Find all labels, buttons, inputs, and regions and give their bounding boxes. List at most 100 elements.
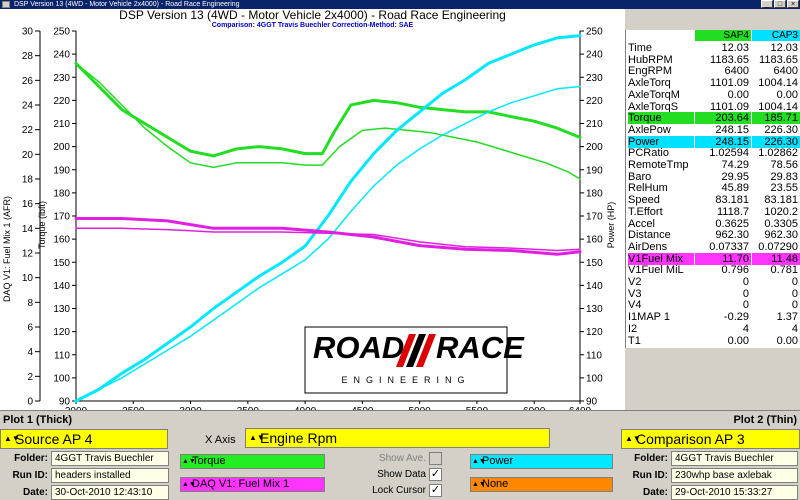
column-header-cap3: CAP3 [752, 30, 800, 41]
power-tick-label: 250 [586, 27, 603, 38]
channel-select-torque[interactable]: ▲▼Torque [180, 454, 325, 469]
daq-tick-label: 16 [22, 199, 34, 210]
daq-tick-label: 2 [27, 372, 33, 383]
table-row: AxleTorqM 0.00 0.00 [626, 89, 800, 101]
row-value-sap4: 0.07337 [709, 240, 749, 253]
row-value-sap4: 0.00 [727, 334, 749, 347]
torque-tick-label: 150 [53, 258, 70, 269]
torque-tick-label: 180 [53, 188, 70, 199]
row-value-sap4: 1101.09 [710, 100, 749, 113]
daq-tick-label: 28 [22, 51, 34, 62]
minimize-icon[interactable]: _ [761, 0, 773, 8]
row-label: Baro [628, 170, 652, 183]
plot2-label: Plot 2 (Thin) [733, 414, 797, 426]
lock-cursor-label: Lock Cursor [372, 485, 426, 496]
row-value-cap3: 962.30 [764, 229, 798, 242]
left-folder-field[interactable]: 4GGT Travis Buechler [51, 451, 169, 466]
row-value-cap3: 12.03 [770, 42, 798, 54]
row-label: AxleTorqM [628, 88, 680, 101]
power-tick-label: 130 [586, 304, 603, 315]
right-runid-field[interactable]: 230whp base axlebak [671, 468, 798, 483]
left-date-label: Date: [22, 487, 48, 498]
table-row: Baro 29.95 29.83 [626, 171, 800, 183]
xaxis-select-value: Engine Rpm [260, 430, 338, 446]
row-label: Time [628, 42, 653, 54]
right-date-field[interactable]: 29-Oct-2010 15:33:27 [671, 485, 798, 500]
torque-tick-label: 190 [53, 165, 70, 176]
row-label: I1MAP 1 [628, 311, 670, 324]
row-value-cap3: 1004.14 [758, 100, 798, 113]
xaxis-select[interactable]: ▲▼Engine Rpm [245, 428, 550, 448]
power-tick-label: 140 [586, 281, 603, 292]
table-row: T.Effort 1118.7 1020.2 [626, 206, 800, 218]
daq-tick-label: 12 [22, 249, 34, 260]
daq-tick-label: 30 [22, 27, 34, 38]
dyno-chart[interactable]: 3028262422201816141210864202502402302202… [0, 9, 625, 411]
spinner-icon: ▲▼ [182, 481, 196, 488]
torque-tick-label: 110 [54, 350, 70, 361]
table-row: Time 12.03 12.03 [626, 42, 800, 54]
row-label: T.Effort [628, 205, 663, 218]
close-icon[interactable]: × [787, 0, 799, 8]
row-value-sap4: 1183.65 [710, 53, 749, 66]
row-label: AxleTorq [628, 77, 671, 90]
row-value-cap3: 1.02862 [758, 147, 798, 160]
show-data-checkbox[interactable]: ✓ [429, 468, 442, 481]
row-value-cap3: 0.00 [776, 334, 798, 347]
spinner-icon: ▲▼ [472, 481, 486, 488]
spinner-icon: ▲▼ [4, 434, 20, 443]
power-tick-label: 220 [586, 96, 603, 107]
right-folder-field[interactable]: 4GGT Travis Buechler [671, 451, 798, 466]
table-row: V2 0 0 [626, 276, 800, 288]
channel-select-value: DAQ V1: Fuel Mix 1 [192, 478, 290, 490]
row-value-cap3: 29.83 [770, 170, 798, 183]
row-value-sap4: 1101.09 [710, 77, 749, 90]
daq-tick-label: 14 [22, 224, 34, 235]
row-value-cap3: 226.30 [752, 135, 800, 148]
left-date-field[interactable]: 30-Oct-2010 12:43:10 [51, 485, 169, 500]
row-value-sap4: 1.02594 [709, 147, 749, 160]
daq-axis-label: DAQ V1: Fuel Mix 1 (AFR) [2, 196, 12, 302]
table-row: AxleTorq 1101.09 1004.14 [626, 77, 800, 89]
row-value-sap4: 83.181 [715, 194, 749, 207]
row-value-cap3: 0 [791, 287, 798, 300]
show-ave-checkbox[interactable] [429, 452, 442, 465]
app-icon [2, 1, 10, 8]
row-label: Speed [628, 194, 660, 207]
row-value-sap4: 248.15 [695, 135, 751, 148]
row-value-cap3: 0.3305 [764, 217, 798, 230]
left-runid-label: Run ID: [12, 470, 48, 481]
table-row: AirDens 0.07337 0.07290 [626, 241, 800, 253]
channel-select-none[interactable]: ▲▼None [470, 477, 613, 492]
row-value-sap4: 0.00 [727, 88, 749, 101]
spinner-icon: ▲▼ [625, 434, 641, 443]
row-value-cap3: 1020.2 [764, 205, 798, 218]
row-label: V1Fuel MiL [628, 264, 684, 277]
xaxis-label: X Axis [205, 434, 236, 446]
power-axis-label: Power (HP) [606, 202, 616, 249]
table-row: HubRPM 1183.65 1183.65 [626, 54, 800, 66]
daq-tick-label: 22 [22, 125, 34, 136]
row-value-sap4: 0.796 [721, 264, 749, 277]
channel-select-daq[interactable]: ▲▼DAQ V1: Fuel Mix 1 [180, 477, 325, 492]
row-value-sap4: 12.03 [721, 42, 749, 54]
left-runid-field[interactable]: headers installed [51, 468, 169, 483]
spinner-icon: ▲▼ [472, 458, 486, 465]
torque-tick-label: 230 [53, 73, 70, 84]
table-row: Speed 83.181 83.181 [626, 194, 800, 206]
torque-tick-label: 120 [53, 327, 70, 338]
maximize-icon[interactable]: □ [774, 0, 786, 8]
daq-tick-label: 18 [22, 175, 34, 186]
power-tick-label: 170 [586, 212, 603, 223]
daq-tick-label: 20 [22, 150, 34, 161]
source-select[interactable]: ▲▼Source AP 4 [0, 429, 168, 449]
comparison-select[interactable]: ▲▼Comparison AP 3 [621, 429, 800, 449]
power-tick-label: 230 [586, 73, 603, 84]
row-value-cap3: 0.00 [776, 88, 798, 101]
power-tick-label: 150 [586, 258, 603, 269]
torque-tick-label: 100 [53, 373, 70, 384]
row-value-cap3: 0.07290 [758, 240, 798, 253]
window-buttons: _ □ × [761, 0, 799, 8]
lock-cursor-checkbox[interactable]: ✓ [429, 484, 442, 497]
channel-select-power[interactable]: ▲▼Power [470, 454, 613, 469]
